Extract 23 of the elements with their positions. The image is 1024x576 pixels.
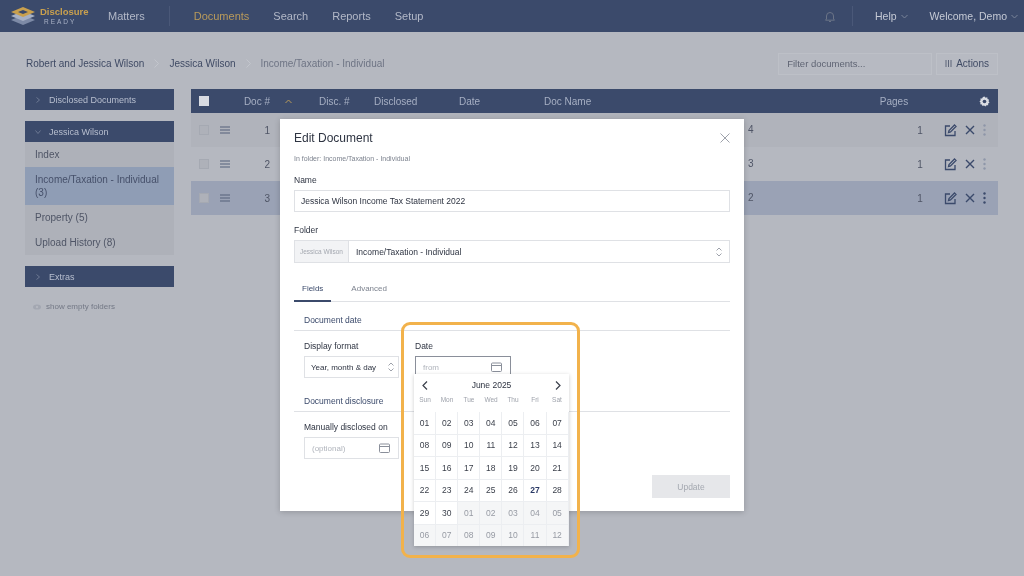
table-cell-text: 1: [263, 124, 270, 136]
folder-section-label: Extras: [49, 271, 75, 282]
table-cell: 2: [748, 191, 754, 205]
folder-value: Income/Taxation - Individual: [355, 246, 463, 257]
section-heading: Document date: [304, 315, 362, 325]
table-cell-text: 3: [263, 192, 270, 204]
field-label: Display format: [304, 341, 359, 351]
section-heading: Document disclosure: [304, 396, 384, 406]
dialog-title: Edit Document: [294, 131, 373, 145]
folder-section-label: Disclosed Documents: [49, 94, 137, 105]
table-cell-text: 2: [263, 158, 270, 170]
table-cell-text: 1: [916, 192, 924, 204]
field-label: Folder: [294, 225, 320, 235]
folder-section-label: Jessica Wilson: [49, 126, 109, 137]
field-label: Name: [294, 175, 318, 185]
logo-wordmark: Disclosure: [40, 7, 89, 17]
field-label: Date: [415, 341, 433, 351]
table-cell: 3: [748, 157, 754, 171]
table-cell-text: 1: [916, 124, 924, 136]
field-label: Manually disclosed on: [304, 422, 388, 432]
calendar-month: June 2025: [471, 380, 512, 390]
table-cell: 4: [748, 123, 754, 137]
table-cell-text: 1: [916, 158, 924, 170]
